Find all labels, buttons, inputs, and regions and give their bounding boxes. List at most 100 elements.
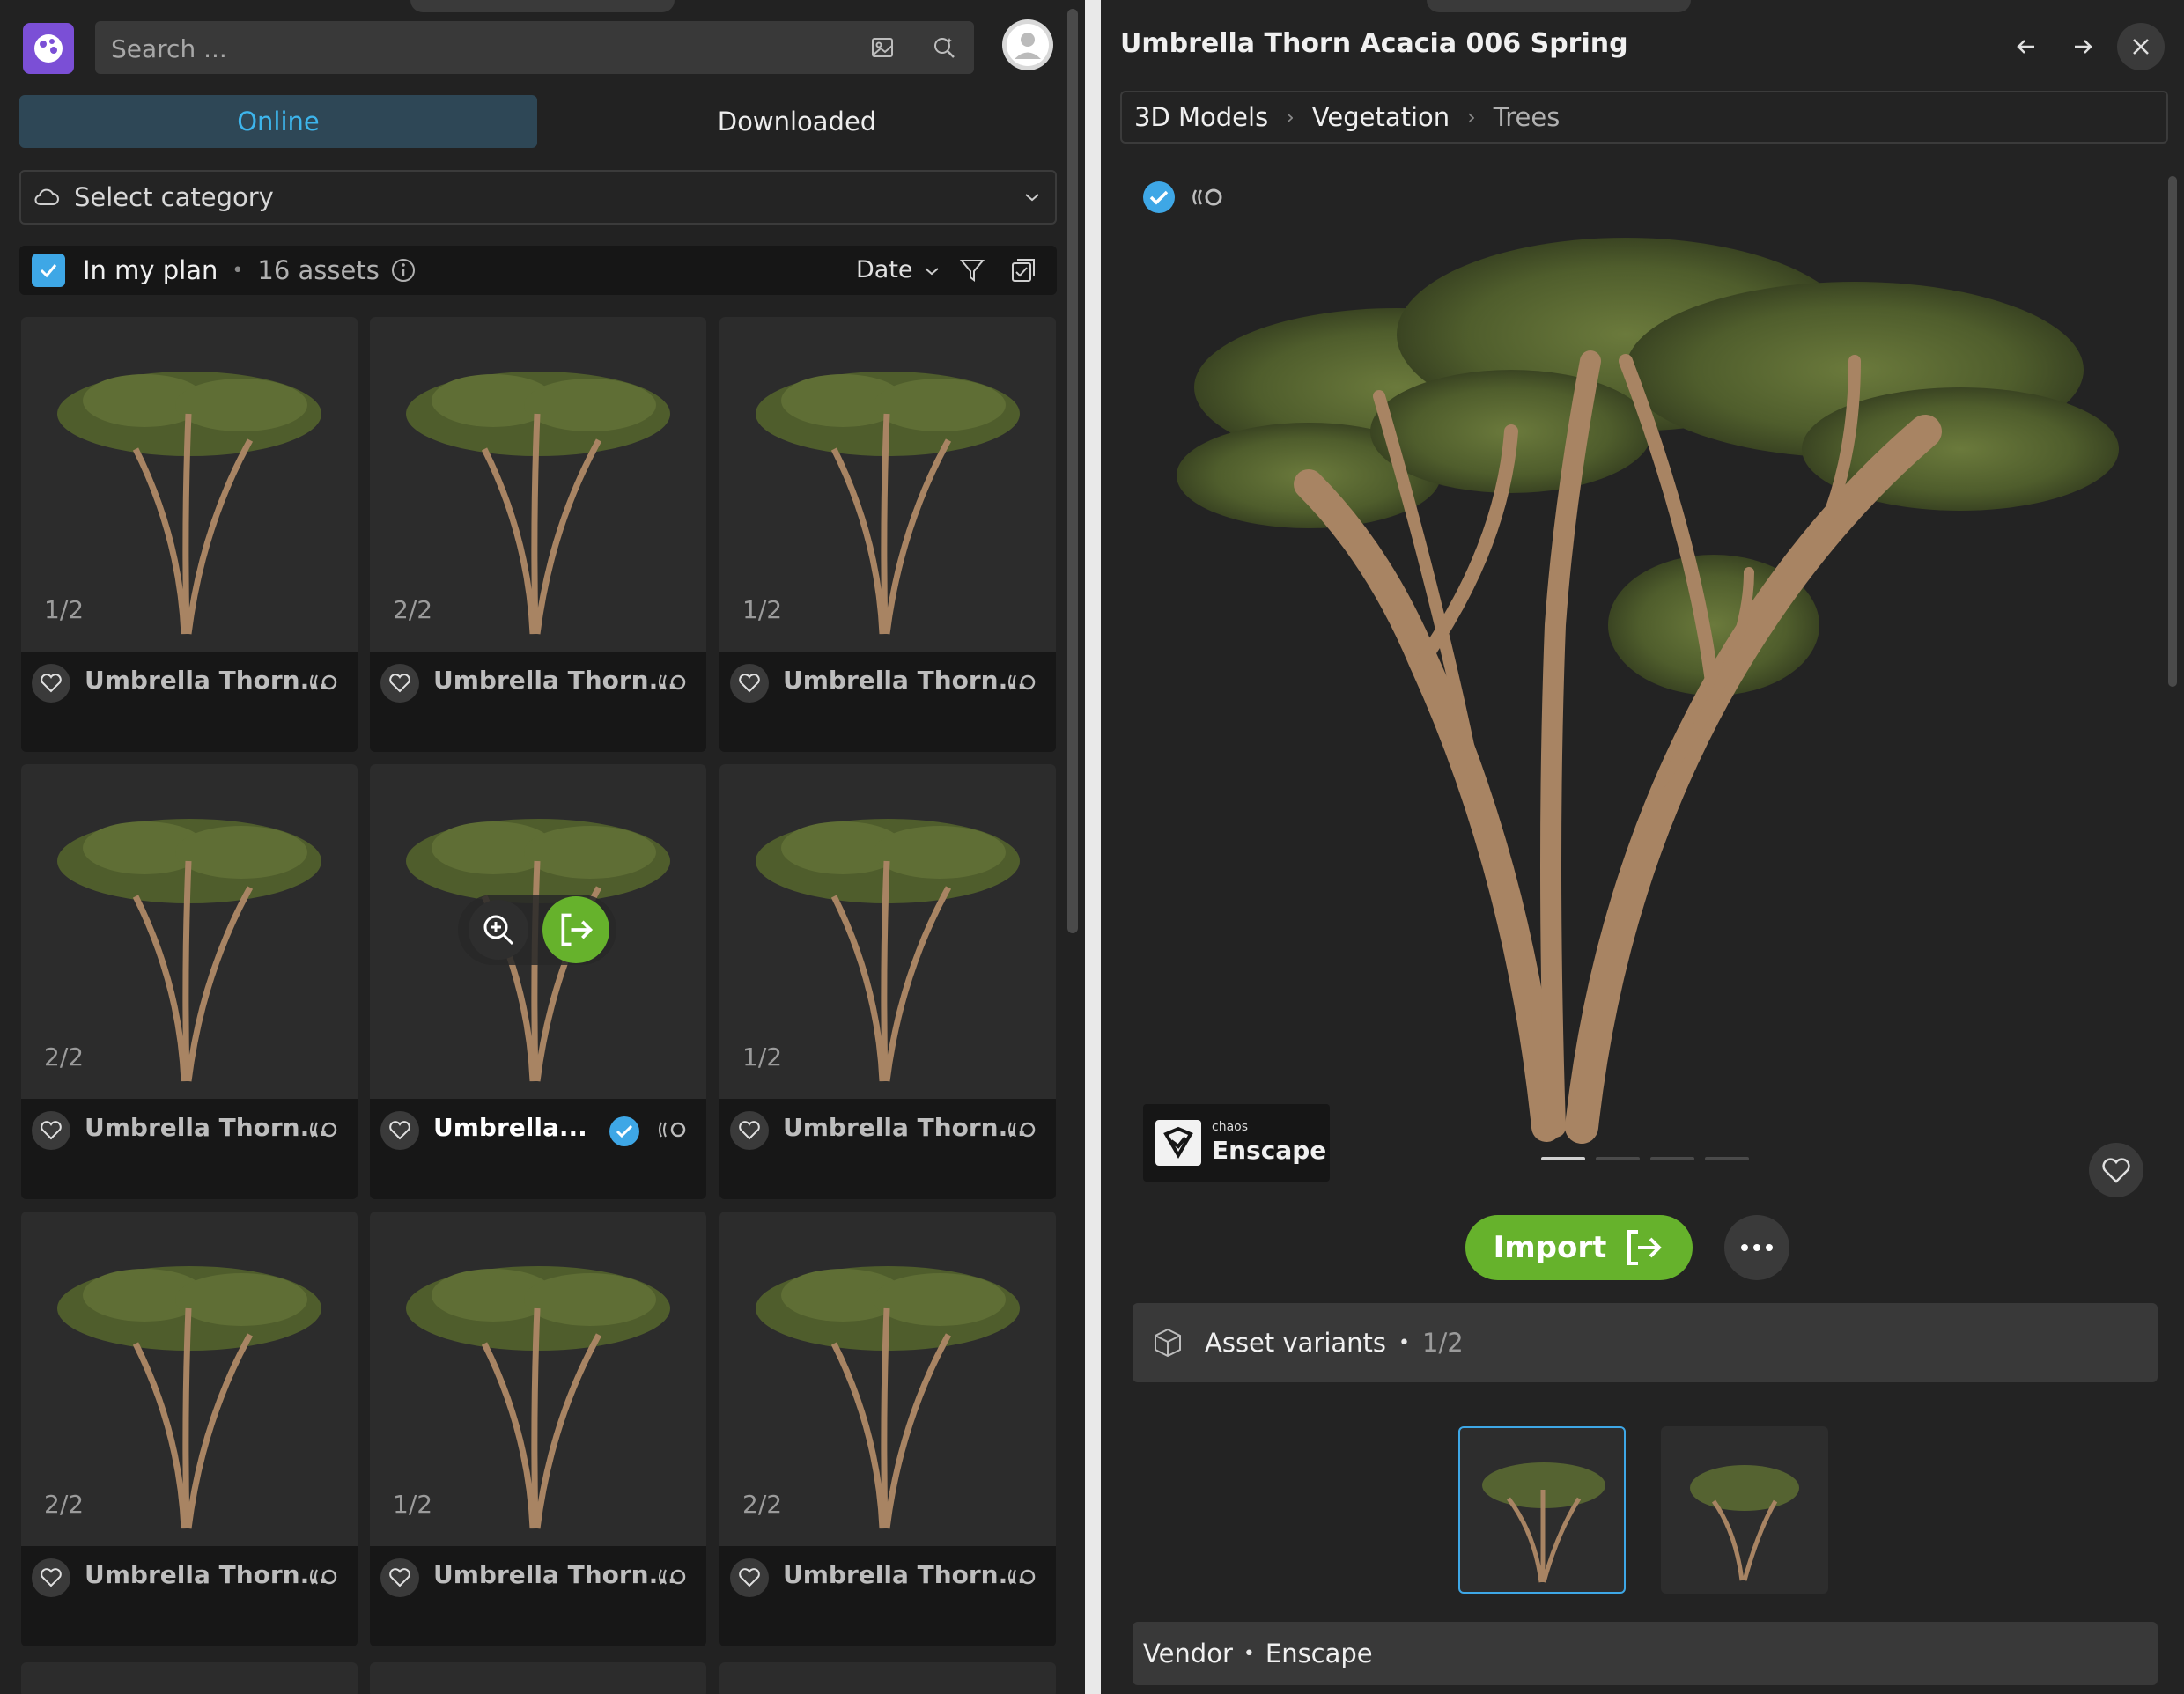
search-input[interactable] — [109, 21, 817, 76]
sort-chevron-icon[interactable] — [923, 265, 941, 277]
user-avatar[interactable] — [1002, 19, 1053, 70]
asset-title: Umbrella Thorn Acacia 006 Spring — [1120, 28, 1628, 59]
asset-detail-panel: Umbrella Thorn Acacia 006 Spring 3D Mode… — [1101, 0, 2184, 1694]
favorite-button[interactable] — [380, 1558, 419, 1597]
next-button[interactable] — [2059, 23, 2107, 70]
asset-card[interactable]: 1/2 Umbrella Thorn... — [719, 764, 1056, 1199]
asset-card-partial[interactable] — [21, 1662, 358, 1694]
badge-small-text: chaos — [1212, 1120, 1249, 1134]
right-scrollbar[interactable] — [2168, 176, 2177, 687]
separator-dot: • — [1243, 1642, 1255, 1665]
heart-icon — [739, 674, 760, 693]
asset-card[interactable]: 2/2 Umbrella Thorn... — [370, 317, 706, 752]
panel-drag-handle[interactable] — [410, 0, 675, 12]
enscape-logo-icon — [1155, 1120, 1201, 1166]
category-select[interactable]: Select category — [19, 170, 1057, 225]
sort-select[interactable]: Date — [856, 256, 913, 284]
favorite-button[interactable] — [730, 1111, 769, 1150]
favorite-button[interactable] — [32, 1558, 70, 1597]
panel-divider[interactable] — [1085, 0, 1101, 1694]
more-options-button[interactable] — [1724, 1215, 1789, 1280]
in-plan-label: In my plan — [83, 255, 218, 285]
carousel-dot[interactable] — [1705, 1157, 1749, 1160]
import-button[interactable]: Import — [1465, 1215, 1693, 1280]
tab-online[interactable]: Online — [19, 95, 537, 148]
favorite-button[interactable] — [32, 664, 70, 703]
left-scrollbar[interactable] — [1067, 9, 1078, 933]
asset-name: Umbrella Thorn... — [783, 666, 1027, 695]
in-plan-checkbox[interactable] — [32, 254, 65, 287]
chevron-right-icon: › — [1286, 105, 1295, 129]
close-button[interactable] — [2117, 23, 2165, 70]
zoom-in-icon — [483, 915, 514, 946]
variants-count: 1/2 — [1422, 1328, 1464, 1358]
asset-card[interactable]: 1/2 Umbrella Thorn... — [370, 1212, 706, 1646]
asset-card[interactable]: 1/2 Umbrella Thorn... — [719, 317, 1056, 752]
asset-browser-panel: Online Downloaded Select category In my … — [0, 0, 1085, 1694]
favorite-button[interactable] — [380, 664, 419, 703]
previous-button[interactable] — [2003, 23, 2050, 70]
carousel-dot[interactable] — [1596, 1157, 1640, 1160]
asset-name: Umbrella... — [433, 1113, 587, 1142]
image-search-icon[interactable] — [868, 33, 896, 62]
carousel-dot[interactable] — [1541, 1157, 1585, 1160]
favorite-button[interactable] — [730, 1558, 769, 1597]
variant-thumbnail-2[interactable] — [1661, 1426, 1828, 1594]
asset-card-partial[interactable] — [370, 1662, 706, 1694]
heart-icon — [739, 1568, 760, 1587]
ai-search-icon[interactable] — [930, 33, 958, 62]
badge-big-text: Enscape — [1212, 1136, 1327, 1165]
app-logo[interactable] — [23, 23, 74, 74]
variant-count: 1/2 — [44, 595, 85, 624]
heart-icon — [41, 1568, 62, 1587]
vendor-logo-badge: chaos Enscape — [1143, 1104, 1330, 1182]
favorite-button[interactable] — [2089, 1143, 2143, 1197]
favorite-button[interactable] — [730, 664, 769, 703]
variant-thumbnail-1[interactable] — [1458, 1426, 1626, 1594]
asset-card[interactable]: 2/2 Umbrella Thorn... — [21, 1212, 358, 1646]
breadcrumb-trees[interactable]: Trees — [1494, 102, 1561, 132]
asset-card-partial[interactable] — [719, 1662, 1056, 1694]
asset-name: Umbrella Thorn... — [783, 1113, 1027, 1142]
asset-variants-bar[interactable]: Asset variants • 1/2 — [1133, 1303, 2158, 1382]
asset-name: Umbrella Thorn... — [783, 1560, 1027, 1589]
asset-preview-image[interactable] — [1133, 167, 2154, 1171]
variant-count: 1/2 — [742, 1042, 783, 1072]
favorite-button[interactable] — [32, 1111, 70, 1150]
search-box[interactable] — [95, 21, 974, 76]
breadcrumb-3d-models[interactable]: 3D Models — [1134, 102, 1268, 132]
vendor-value[interactable]: Enscape — [1265, 1639, 1373, 1668]
variant-count: 1/2 — [742, 595, 783, 624]
heart-icon — [389, 1568, 410, 1587]
unreal-engine-icon — [655, 671, 690, 699]
unreal-engine-icon — [655, 1565, 690, 1594]
variant-count: 1/2 — [393, 1490, 433, 1519]
asset-card[interactable]: 2/2 Umbrella Thorn... — [719, 1212, 1056, 1646]
unreal-engine-icon — [1005, 1118, 1040, 1146]
breadcrumb-vegetation[interactable]: Vegetation — [1312, 102, 1450, 132]
detail-drag-handle[interactable] — [1427, 0, 1691, 12]
tab-downloaded[interactable]: Downloaded — [537, 95, 1057, 148]
vendor-row: Vendor • Enscape — [1133, 1622, 2158, 1685]
tree-thumbnail-image — [1690, 1465, 1799, 1581]
favorite-button[interactable] — [380, 1111, 419, 1150]
asset-card[interactable]: Umbrella... — [370, 764, 706, 1199]
tab-online-label: Online — [237, 107, 320, 136]
asset-name: Umbrella Thorn... — [85, 1560, 328, 1589]
carousel-dot[interactable] — [1650, 1157, 1694, 1160]
heart-icon — [739, 1121, 760, 1140]
info-icon[interactable] — [390, 257, 417, 284]
asset-name: Umbrella Thorn... — [85, 666, 328, 695]
separator-dot: • — [1398, 1331, 1411, 1354]
select-all-icon[interactable] — [1009, 256, 1037, 284]
filter-icon[interactable] — [958, 256, 986, 284]
zoom-preview-button[interactable] — [469, 900, 528, 960]
tab-downloaded-label: Downloaded — [717, 107, 877, 136]
checkmark-icon — [40, 264, 57, 278]
cloud-icon — [34, 188, 59, 205]
quick-import-button[interactable] — [542, 896, 609, 963]
asset-card[interactable]: 2/2 Umbrella Thorn... — [21, 764, 358, 1199]
asset-card[interactable]: 1/2 Umbrella Thorn... — [21, 317, 358, 752]
variant-count: 2/2 — [393, 595, 433, 624]
variant-count: 2/2 — [44, 1042, 85, 1072]
